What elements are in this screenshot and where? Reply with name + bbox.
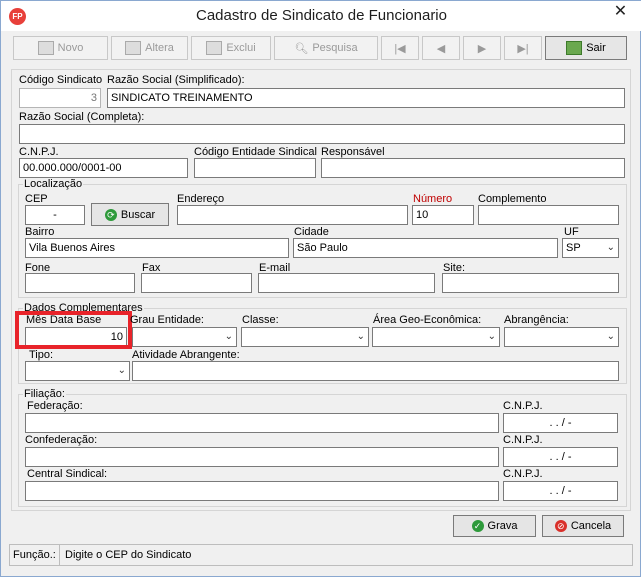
razao-simplificada-label: Razão Social (Simplificado): — [107, 74, 245, 86]
status-label: Função.: — [13, 549, 56, 561]
window-title: Cadastro de Sindicato de Funcionario — [196, 7, 447, 24]
altera-label: Altera — [145, 42, 174, 54]
previous-record-button[interactable]: ◀ — [422, 36, 460, 60]
numero-label: Número — [413, 193, 453, 205]
razao-simplificada-field[interactable]: SINDICATO TREINAMENTO — [107, 88, 625, 108]
buscar-button[interactable]: ⟳ Buscar — [91, 203, 169, 226]
atividade-label: Atividade Abrangente: — [132, 349, 240, 361]
central-cnpj-label: C.N.P.J. — [503, 468, 543, 480]
endereco-field[interactable] — [177, 205, 408, 225]
federacao-cnpj-label: C.N.P.J. — [503, 400, 543, 412]
search-icon: 🔍︎ — [294, 42, 309, 55]
exclui-button[interactable]: Exclui — [191, 36, 271, 60]
cancela-label: Cancela — [570, 520, 612, 532]
bairro-field[interactable]: Vila Buenos Aires — [25, 238, 289, 258]
check-icon: ✓ — [471, 520, 484, 532]
sair-button[interactable]: Sair — [545, 36, 627, 60]
cidade-field[interactable]: São Paulo — [293, 238, 558, 258]
complemento-field[interactable] — [478, 205, 619, 225]
federacao-label: Federação: — [27, 400, 83, 412]
exit-door-icon — [566, 41, 583, 55]
fone-field[interactable] — [25, 273, 135, 293]
buscar-label: Buscar — [120, 208, 156, 221]
abrangencia-select[interactable]: ⌄ — [504, 327, 619, 347]
central-label: Central Sindical: — [27, 468, 108, 480]
exclui-label: Exclui — [226, 42, 256, 54]
chevron-down-icon: ⌄ — [224, 331, 233, 342]
pesquisa-label: Pesquisa — [312, 42, 358, 54]
endereco-label: Endereço — [177, 193, 225, 205]
altera-button[interactable]: Altera — [111, 36, 188, 60]
grava-button[interactable]: ✓ Grava — [453, 515, 536, 537]
codigo-sindicato-label: Código Sindicato — [19, 74, 103, 86]
pesquisa-button[interactable]: 🔍︎ Pesquisa — [274, 36, 378, 60]
confederacao-cnpj-label: C.N.P.J. — [503, 434, 543, 446]
complemento-label: Complemento — [478, 193, 547, 205]
confederacao-cnpj-field[interactable]: . . / - — [503, 447, 618, 467]
email-field[interactable] — [258, 273, 435, 293]
cancel-icon: ⊘ — [554, 520, 567, 532]
codigo-entidade-field[interactable] — [194, 158, 316, 178]
confederacao-field[interactable] — [25, 447, 499, 467]
refresh-icon: ⟳ — [104, 208, 117, 221]
highlight-box — [15, 311, 132, 349]
atividade-field[interactable] — [132, 361, 619, 381]
grau-entidade-label: Grau Entidade: — [130, 314, 204, 326]
first-record-button[interactable]: |◀ — [381, 36, 419, 60]
new-document-icon — [37, 41, 54, 55]
dialog-window: FP Cadastro de Sindicato de Funcionario … — [0, 0, 641, 577]
site-field[interactable] — [442, 273, 619, 293]
chevron-down-icon: ⌄ — [606, 242, 615, 253]
grava-label: Grava — [487, 520, 518, 532]
tipo-label: Tipo: — [29, 349, 54, 361]
responsavel-field[interactable] — [321, 158, 625, 178]
codigo-sindicato-field[interactable]: 3 — [19, 88, 101, 108]
cancela-button[interactable]: ⊘ Cancela — [542, 515, 624, 537]
next-record-button[interactable]: ▶ — [463, 36, 501, 60]
uf-value: SP — [566, 242, 581, 254]
razao-completa-label: Razão Social (Completa): — [19, 111, 145, 123]
sair-label: Sair — [586, 42, 606, 54]
bairro-label: Bairro — [25, 226, 55, 238]
delete-icon — [206, 41, 223, 55]
cep-field[interactable]: - — [25, 205, 85, 225]
cnpj-field[interactable]: 00.000.000/0001-00 — [19, 158, 188, 178]
novo-label: Novo — [57, 42, 84, 54]
localizacao-title: Localização — [23, 178, 84, 190]
filiacao-title: Filiação: — [23, 388, 66, 400]
confederacao-label: Confederação: — [25, 434, 98, 446]
chevron-down-icon: ⌄ — [606, 331, 615, 342]
tipo-select[interactable]: ⌄ — [25, 361, 130, 381]
edit-icon — [125, 41, 142, 55]
cep-label: CEP — [25, 193, 48, 205]
cnpj-label: C.N.P.J. — [19, 146, 59, 158]
numero-field[interactable]: 10 — [412, 205, 474, 225]
status-text: Digite o CEP do Sindicato — [65, 549, 192, 561]
status-divider — [59, 545, 60, 565]
fax-field[interactable] — [141, 273, 252, 293]
federacao-cnpj-field[interactable]: . . / - — [503, 413, 618, 433]
central-cnpj-field[interactable]: . . / - — [503, 481, 618, 501]
razao-completa-field[interactable] — [19, 124, 625, 144]
uf-select[interactable]: SP ⌄ — [562, 238, 619, 258]
cidade-label: Cidade — [294, 226, 329, 238]
novo-button[interactable]: Novo — [13, 36, 108, 60]
chevron-down-icon: ⌄ — [117, 365, 126, 376]
last-record-button[interactable]: ▶| — [504, 36, 542, 60]
abrangencia-label: Abrangência: — [504, 314, 569, 326]
central-field[interactable] — [25, 481, 499, 501]
area-geo-select[interactable]: ⌄ — [372, 327, 500, 347]
close-button[interactable]: ✕ — [599, 1, 641, 23]
grau-entidade-select[interactable]: ⌄ — [132, 327, 237, 347]
classe-label: Classe: — [242, 314, 279, 326]
chevron-down-icon: ⌄ — [356, 331, 365, 342]
area-geo-label: Área Geo-Econômica: — [373, 314, 482, 326]
federacao-field[interactable] — [25, 413, 499, 433]
chevron-down-icon: ⌄ — [487, 331, 496, 342]
uf-label: UF — [564, 226, 579, 238]
classe-select[interactable]: ⌄ — [241, 327, 369, 347]
responsavel-label: Responsável — [321, 146, 385, 158]
codigo-entidade-label: Código Entidade Sindical — [194, 146, 317, 158]
